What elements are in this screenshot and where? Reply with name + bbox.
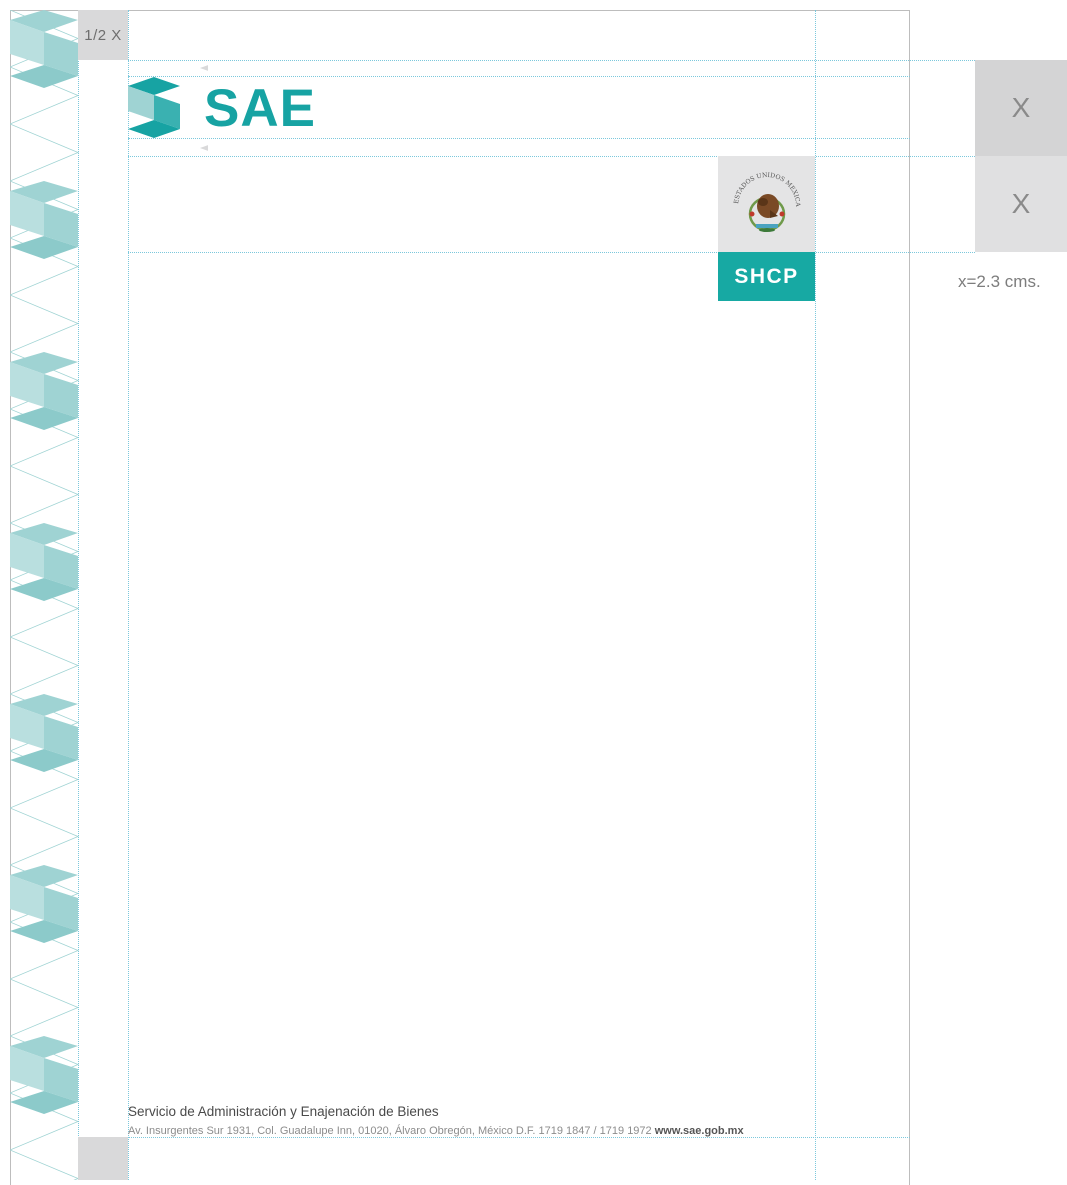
national-seal-icon: ESTADOS UNIDOS MEXICANOS	[730, 166, 801, 232]
footer-website-link[interactable]: www.sae.gob.mx	[655, 1125, 744, 1137]
guide-line	[128, 10, 129, 1180]
shcp-logo: ESTADOS UNIDOS MEXICANOS SHCP	[718, 156, 815, 301]
guide-line	[128, 1137, 910, 1138]
sae-logo-icon	[128, 65, 208, 151]
sae-wordmark: SAE	[204, 79, 316, 138]
guide-line	[78, 10, 79, 1180]
bottom-margin-block	[78, 1137, 128, 1180]
x-unit-box: X	[975, 60, 1067, 156]
guide-line	[128, 60, 975, 61]
guide-line	[128, 252, 975, 253]
scale-note: x=2.3 cms.	[958, 272, 1041, 291]
shcp-label: SHCP	[718, 252, 815, 301]
guide-line	[128, 156, 975, 157]
footer-address-line: Av. Insurgentes Sur 1931, Col. Guadalupe…	[128, 1125, 744, 1137]
decorative-pattern-strip	[10, 10, 80, 1180]
guide-line	[815, 10, 816, 1180]
x-unit-box: X	[975, 156, 1067, 252]
half-x-margin-label: 1/2 X	[78, 10, 128, 60]
footer-organization-name: Servicio de Administración y Enajenación…	[128, 1104, 439, 1119]
footer-address: Av. Insurgentes Sur 1931, Col. Guadalupe…	[128, 1125, 652, 1137]
